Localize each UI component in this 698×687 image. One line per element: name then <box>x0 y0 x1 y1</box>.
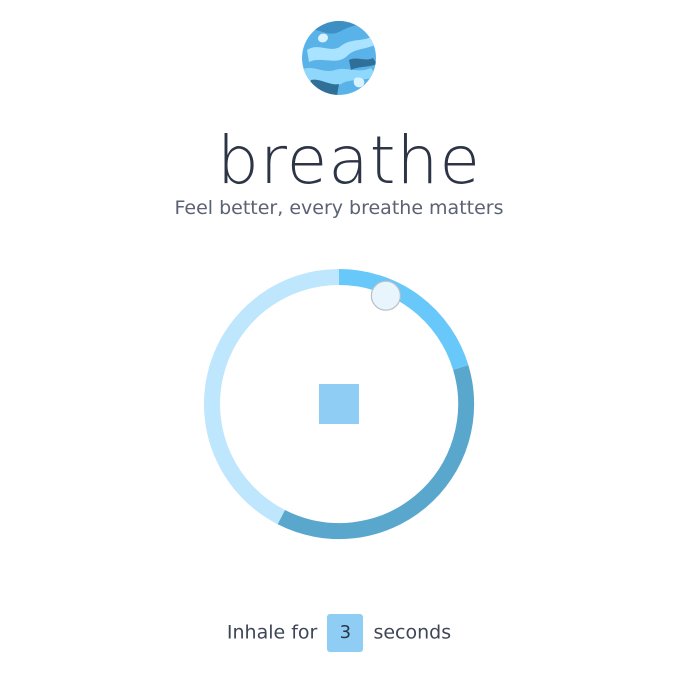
progress-indicator <box>370 280 401 311</box>
app-title: breathe <box>217 122 481 199</box>
instruction-prefix: Inhale for <box>226 621 318 644</box>
breath-instruction: Inhale for 3 seconds <box>0 613 678 652</box>
ring-hold-segment <box>277 365 475 539</box>
earth-globe-icon <box>302 21 376 95</box>
app-subtitle: Feel better, every breathe matters <box>174 197 504 219</box>
breath-animation-square <box>319 384 359 424</box>
seconds-badge: 3 <box>327 613 364 652</box>
instruction-suffix: seconds <box>373 621 452 644</box>
